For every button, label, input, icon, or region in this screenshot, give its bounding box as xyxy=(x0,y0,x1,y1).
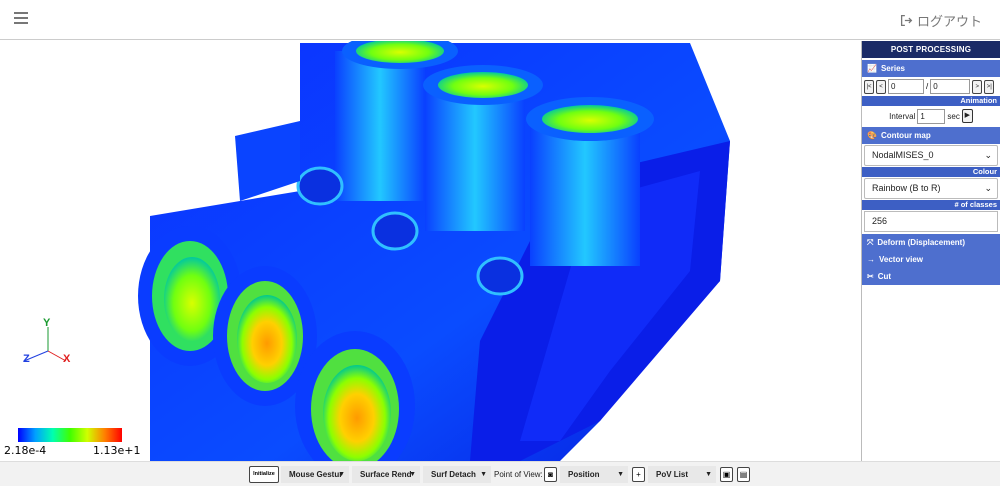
next-frame-button[interactable]: > xyxy=(972,79,983,94)
surf-detach-label: Surf Detach xyxy=(431,470,476,479)
section-cut[interactable]: ✂ Cut xyxy=(862,268,1000,285)
last-frame-button[interactable]: >| xyxy=(984,79,995,94)
caret-down-icon: ▼ xyxy=(705,471,712,478)
contour-label: Contour map xyxy=(880,131,931,140)
surface-render-dropdown[interactable]: Surface Rend ▼ xyxy=(352,466,420,483)
series-current-input[interactable]: 0 xyxy=(888,79,924,94)
3d-viewport[interactable]: Y X Z 2.18e-4 1.13e+1 xyxy=(0,41,860,461)
interval-unit: sec xyxy=(947,111,960,121)
contour-value: NodalMISES_0 xyxy=(872,150,934,160)
camera-icon: ◙ xyxy=(548,470,553,479)
bookmark-icon: ▣ xyxy=(722,470,731,479)
surface-render-label: Surface Rend xyxy=(360,470,412,479)
interval-row: Interval 1 sec ▶ xyxy=(862,106,1000,126)
axis-label-z: Z xyxy=(23,353,30,365)
mouse-gesture-dropdown[interactable]: Mouse Gestur ▼ xyxy=(281,466,349,483)
pov-value: Position xyxy=(568,470,600,479)
first-frame-button[interactable]: |< xyxy=(864,79,874,94)
series-label: Series xyxy=(880,64,905,73)
app-header: ログアウト xyxy=(0,0,1000,40)
axis-label-y: Y xyxy=(43,317,51,329)
panel-title: POST PROCESSING xyxy=(862,41,1000,58)
series-total-field: 0 xyxy=(930,79,971,94)
series-separator: / xyxy=(926,82,929,91)
add-pov-button[interactable]: + xyxy=(632,467,645,482)
pov-list-label: PoV List xyxy=(656,470,689,479)
pov-label: Point of View: xyxy=(494,470,543,479)
legend-max-value: 1.13e+1 xyxy=(93,444,141,457)
cut-label: Cut xyxy=(877,272,892,281)
chart-line-icon: 📈 xyxy=(867,64,877,73)
deform-label: Deform (Displacement) xyxy=(877,238,965,247)
section-series[interactable]: 📈 Series xyxy=(862,60,1000,77)
mouse-gesture-label: Mouse Gestur xyxy=(289,470,343,479)
surf-detach-dropdown[interactable]: Surf Detach ▼ xyxy=(423,466,491,483)
play-icon: ▶ xyxy=(964,112,971,119)
load-pov-button[interactable]: ▤ xyxy=(737,467,750,482)
palette-icon: 🎨 xyxy=(867,131,877,140)
logout-button[interactable]: ログアウト xyxy=(900,11,982,30)
classes-heading: # of classes xyxy=(862,200,1000,210)
interval-input[interactable]: 1 xyxy=(917,108,946,124)
camera-button[interactable]: ◙ xyxy=(544,467,557,482)
colour-value: Rainbow (B to R) xyxy=(872,183,941,193)
hamburger-menu-icon[interactable] xyxy=(14,12,28,26)
engine-block-model xyxy=(138,41,730,461)
arrow-right-icon: → xyxy=(867,255,875,264)
document-icon: ▤ xyxy=(739,470,748,479)
chevron-down-icon: ⌄ xyxy=(984,150,992,160)
caret-down-icon: ▼ xyxy=(409,471,416,478)
logout-label: ログアウト xyxy=(916,14,982,29)
plus-icon: + xyxy=(636,470,641,479)
pov-dropdown[interactable]: Position ▼ xyxy=(560,466,628,483)
prev-frame-button[interactable]: < xyxy=(876,79,886,94)
bottom-toolbar: Initialize Mouse Gestur ▼ Surface Rend ▼… xyxy=(0,461,1000,486)
classes-input[interactable]: 256 xyxy=(864,211,998,232)
contour-select[interactable]: NodalMISES_0 ⌄ xyxy=(864,145,998,166)
axis-triad: Y X Z xyxy=(23,317,71,365)
vector-label: Vector view xyxy=(879,255,924,264)
series-controls: |< < 0 / 0 > >| xyxy=(862,77,1000,96)
sign-out-icon xyxy=(900,14,913,27)
play-button[interactable]: ▶ xyxy=(961,109,973,123)
save-pov-button[interactable]: ▣ xyxy=(720,467,733,482)
colour-heading: Colour xyxy=(862,167,1000,177)
expand-arrows-icon: ⤧ xyxy=(867,238,874,247)
interval-label: Interval xyxy=(889,111,916,121)
axis-label-x: X xyxy=(63,353,71,365)
section-contour-map[interactable]: 🎨 Contour map xyxy=(862,127,1000,144)
legend-min-value: 2.18e-4 xyxy=(4,444,47,457)
colour-legend-bar xyxy=(18,428,122,442)
caret-down-icon: ▼ xyxy=(617,471,624,478)
initialize-button[interactable]: Initialize xyxy=(249,466,279,483)
colour-select[interactable]: Rainbow (B to R) ⌄ xyxy=(864,178,998,199)
section-deform[interactable]: ⤧ Deform (Displacement) xyxy=(862,234,1000,251)
chevron-down-icon: ⌄ xyxy=(984,183,992,193)
caret-down-icon: ▼ xyxy=(338,471,345,478)
caret-down-icon: ▼ xyxy=(480,471,487,478)
pov-list-dropdown[interactable]: PoV List ▼ xyxy=(648,466,716,483)
section-vector-view[interactable]: → Vector view xyxy=(862,251,1000,268)
post-processing-panel: POST PROCESSING 📈 Series |< < 0 / 0 > >|… xyxy=(861,41,1000,461)
scissors-icon: ✂ xyxy=(867,272,874,281)
animation-heading: Animation xyxy=(862,96,1000,106)
